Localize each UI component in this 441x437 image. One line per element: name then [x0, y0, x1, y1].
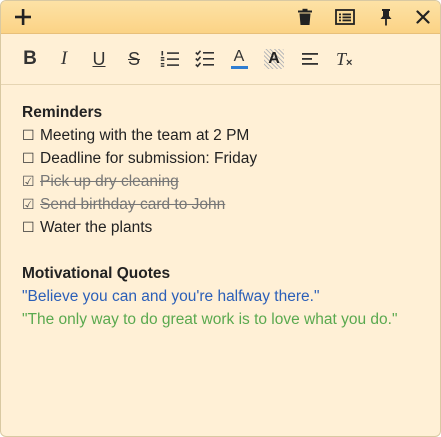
quote-text: "The only way to do great work is to lov…: [22, 311, 398, 328]
reminder-text: Meeting with the team at 2 PM: [40, 127, 250, 144]
italic-icon: I: [60, 48, 68, 69]
highlight-button[interactable]: A: [261, 46, 287, 72]
numbered-list-icon: [160, 51, 179, 67]
reminders-heading: Reminders: [22, 104, 103, 121]
checklist-icon: [195, 50, 214, 68]
clear-format-button[interactable]: T ×: [332, 46, 358, 72]
quotes-heading: Motivational Quotes: [22, 265, 171, 282]
titlebar: [1, 1, 440, 34]
list-icon: [335, 9, 355, 25]
italic-button[interactable]: I: [51, 46, 77, 72]
reminder-text: Pick up dry cleaning: [40, 173, 179, 190]
text-color-icon: A: [233, 48, 245, 65]
clear-format-glyph: T: [336, 49, 347, 69]
text-color-button[interactable]: A: [226, 46, 252, 72]
add-note-button[interactable]: [6, 1, 40, 33]
sticky-note-window: B I U S A A T × Reminders ☐ Meeting with…: [0, 0, 441, 437]
delete-note-button[interactable]: [288, 1, 322, 33]
align-button[interactable]: [297, 46, 323, 72]
text-color-swatch: [230, 66, 248, 69]
quote-text: "Believe you can and you're halfway ther…: [22, 288, 320, 305]
checkbox[interactable]: ☐: [22, 216, 38, 239]
align-icon: [302, 53, 318, 65]
underline-icon: U: [92, 48, 106, 69]
numbered-list-button[interactable]: [157, 46, 183, 72]
trash-icon: [298, 8, 312, 25]
reminder-item[interactable]: ☐ Water the plants: [22, 216, 428, 239]
highlight-glyph: A: [268, 50, 280, 67]
checkbox-checked[interactable]: ☑: [22, 193, 38, 216]
pin-note-button[interactable]: [369, 1, 403, 33]
reminder-item-completed[interactable]: ☑ Pick up dry cleaning: [22, 170, 428, 193]
checklist-button[interactable]: [192, 46, 218, 72]
reminder-item[interactable]: ☐ Meeting with the team at 2 PM: [22, 124, 428, 147]
checkbox-checked[interactable]: ☑: [22, 170, 38, 193]
close-note-button[interactable]: [406, 1, 440, 33]
bold-icon: B: [23, 48, 37, 69]
strikethrough-icon: S: [127, 48, 140, 69]
plus-icon: [15, 9, 31, 25]
formatting-toolbar: B I U S A A T ×: [1, 34, 440, 85]
underline-button[interactable]: U: [86, 46, 112, 72]
checkbox[interactable]: ☐: [22, 147, 38, 170]
highlight-icon: A: [264, 49, 284, 69]
reminder-item-completed[interactable]: ☑ Send birthday card to John: [22, 193, 428, 216]
bold-button[interactable]: B: [17, 46, 43, 72]
clear-format-x: ×: [346, 57, 353, 69]
checkbox[interactable]: ☐: [22, 124, 38, 147]
notes-list-button[interactable]: [328, 1, 362, 33]
clear-format-icon: T ×: [335, 49, 355, 69]
strikethrough-button[interactable]: S: [121, 46, 147, 72]
reminder-item[interactable]: ☐ Deadline for submission: Friday: [22, 147, 428, 170]
close-icon: [416, 10, 430, 24]
reminder-text: Deadline for submission: Friday: [40, 150, 258, 167]
reminder-text: Send birthday card to John: [40, 196, 226, 213]
reminder-text: Water the plants: [40, 219, 153, 236]
note-content[interactable]: Reminders ☐ Meeting with the team at 2 P…: [22, 101, 428, 331]
pin-icon: [380, 9, 392, 26]
